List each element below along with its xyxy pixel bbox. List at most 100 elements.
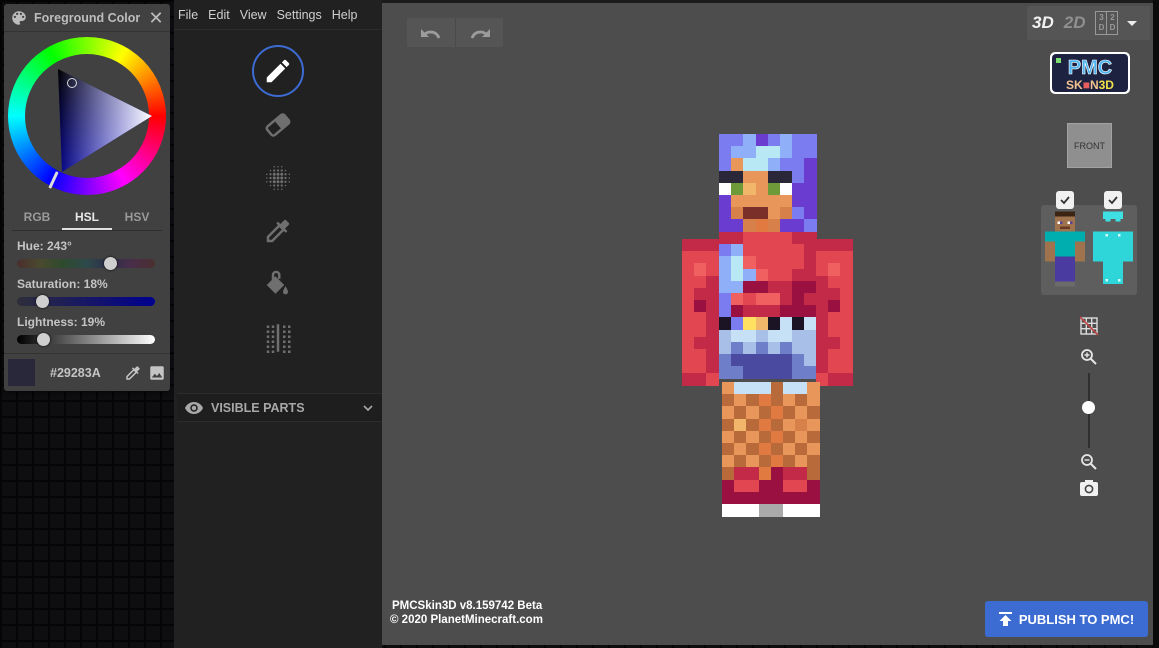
lightness-slider-thumb[interactable] (37, 333, 51, 346)
right-arm-pixel (840, 312, 854, 325)
color-selector-marker[interactable] (67, 78, 77, 88)
tab-hsv[interactable]: HSV (112, 206, 162, 230)
head-pixel (719, 219, 732, 233)
menu-view[interactable]: View (240, 8, 267, 22)
left-arm-pixel (706, 275, 720, 289)
color-panel-header[interactable]: Foreground Color ✕ (4, 4, 170, 32)
torso-pixel (780, 366, 793, 379)
left-arm-pixel (694, 336, 707, 350)
head-pixel (755, 219, 769, 233)
saturation-lightness-triangle[interactable] (8, 37, 166, 195)
menu-help[interactable]: Help (332, 8, 358, 22)
torso-pixel (780, 244, 793, 257)
noise-brush-tool-button[interactable] (252, 152, 304, 204)
head-pixel (780, 158, 793, 172)
head-pixel (731, 182, 744, 196)
legs-pixel (758, 467, 772, 481)
right-arm-pixel (828, 336, 841, 350)
torso-pixel (743, 366, 757, 379)
zoom-out-icon[interactable] (1080, 453, 1098, 471)
visible-parts-toggle[interactable]: VISIBLE PARTS (177, 393, 382, 422)
pencil-tool-button[interactable] (252, 45, 304, 97)
pencil-icon (266, 59, 290, 83)
torso-pixel (767, 317, 781, 331)
head-pixel (719, 182, 732, 196)
left-arm-pixel (682, 312, 695, 325)
right-arm-pixel (816, 336, 829, 350)
legs-pixel (734, 491, 747, 505)
overlay-layer-checkbox[interactable] (1104, 191, 1122, 209)
torso-pixel (767, 244, 781, 257)
tab-rgb[interactable]: RGB (12, 206, 62, 230)
torso-pixel (792, 232, 805, 245)
hue-slider[interactable] (17, 257, 155, 270)
saturation-slider[interactable] (17, 295, 155, 308)
legs-pixel (734, 430, 747, 444)
close-icon[interactable]: ✕ (148, 9, 164, 27)
front-view-button[interactable]: FRONT (1067, 123, 1112, 168)
right-arm-pixel (828, 251, 841, 264)
view-2d-button[interactable]: 2D (1064, 13, 1086, 33)
torso-pixel (767, 232, 781, 245)
menu-settings[interactable]: Settings (277, 8, 322, 22)
zoom-in-icon[interactable] (1080, 348, 1098, 366)
torso-pixel (731, 256, 744, 270)
mirror-tool-button[interactable] (252, 312, 304, 364)
hex-value[interactable]: #29283A (50, 366, 118, 380)
zoom-slider-thumb[interactable] (1082, 400, 1095, 414)
torso-pixel (731, 268, 744, 282)
menu-edit[interactable]: Edit (208, 8, 230, 22)
lightness-slider[interactable] (17, 333, 155, 346)
saturation-slider-thumb[interactable] (35, 295, 49, 308)
color-picker-tool-button[interactable] (252, 205, 304, 257)
left-arm-pixel (706, 239, 720, 252)
hue-slider-thumb[interactable] (104, 257, 118, 270)
legs-pixel (770, 430, 784, 444)
publish-to-pmc-button[interactable]: PUBLISH TO PMC! (985, 601, 1148, 637)
tab-hsl[interactable]: HSL (62, 206, 112, 230)
legs-pixel (746, 382, 760, 395)
legs-pixel (734, 455, 747, 468)
view-split-button[interactable]: 3 D 2 D (1095, 11, 1119, 35)
eraser-tool-button[interactable] (252, 99, 304, 151)
menu-file[interactable]: File (178, 8, 198, 22)
saturation-slider-row: Saturation: 18% (17, 277, 155, 308)
legs-pixel (722, 418, 735, 432)
legs-pixel (770, 455, 784, 468)
image-icon[interactable] (148, 364, 166, 382)
legs-pixel (795, 430, 808, 444)
bucket-fill-tool-button[interactable] (252, 259, 304, 311)
head-pixel (792, 207, 805, 220)
base-layer-thumbnail[interactable] (1045, 211, 1085, 287)
right-arm-pixel (828, 373, 841, 386)
split-2d-label: 2 D (1106, 12, 1117, 34)
legs-pixel (722, 394, 735, 407)
color-wheel[interactable] (8, 37, 166, 195)
camera-icon[interactable] (1079, 479, 1099, 497)
grid-toggle-icon[interactable] (1079, 316, 1099, 336)
color-panel-footer: #29283A (4, 353, 170, 391)
legs-pixel (807, 479, 821, 493)
head-pixel (731, 158, 744, 172)
left-arm-pixel (694, 373, 707, 386)
base-layer-checkbox[interactable] (1056, 191, 1074, 209)
head-pixel (731, 207, 744, 220)
head-pixel (743, 219, 757, 233)
undo-button[interactable] (407, 18, 455, 47)
redo-button[interactable] (455, 18, 503, 47)
skin-3d-viewport[interactable]: 3D 2D 3 D 2 D PMC SK■N3D FRONT PMCSkin3D… (382, 3, 1153, 645)
redo-icon (470, 28, 490, 39)
left-arm-pixel (694, 312, 707, 325)
overlay-layer-thumbnail[interactable] (1093, 211, 1133, 287)
head-pixel (719, 158, 732, 172)
view-3d-button[interactable]: 3D (1032, 13, 1054, 33)
torso-pixel (719, 268, 732, 282)
right-arm-pixel (816, 361, 829, 374)
head-pixel (743, 158, 757, 172)
view-mode-dropdown-icon[interactable] (1127, 20, 1138, 26)
left-arm-pixel (682, 348, 695, 362)
head-pixel (743, 207, 757, 220)
eyedropper-icon[interactable] (124, 364, 142, 382)
legs-pixel (758, 455, 772, 468)
right-arm-pixel (840, 275, 854, 289)
